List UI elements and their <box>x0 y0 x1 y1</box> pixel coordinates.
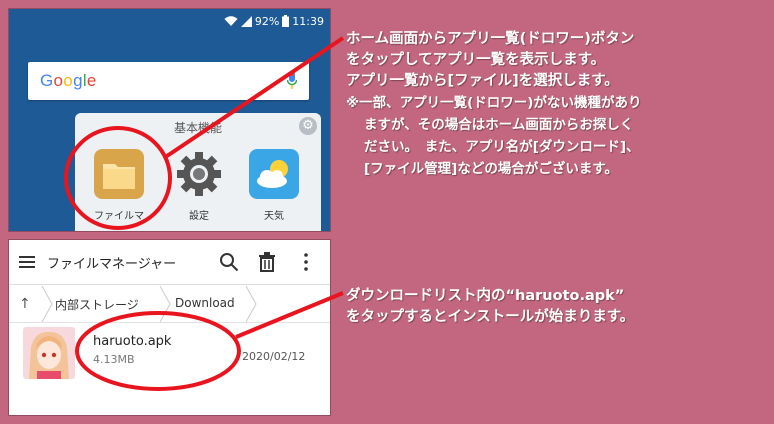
clock: 11:39 <box>292 14 324 28</box>
app-thumbnail-icon <box>23 327 75 379</box>
app-label: 設定 <box>189 211 209 222</box>
trash-icon[interactable] <box>258 252 276 272</box>
wifi-icon <box>224 15 238 26</box>
app-weather[interactable]: 天気 <box>242 149 306 222</box>
up-arrow-icon[interactable]: ↑ <box>19 296 31 312</box>
file-row-haruoto[interactable]: haruoto.apk 4.13MB 2020/02/12 <box>9 324 330 382</box>
instruction-line: ホーム画面からアプリ一覧(ドロワー)ボタン <box>346 31 635 47</box>
instruction-line: ダウンロードリスト内の“haruoto.apk” <box>346 288 625 304</box>
instruction-line: をタップしてアプリ一覧を表示します。 <box>346 52 606 68</box>
battery-percent: 92% <box>254 14 280 28</box>
signal-icon <box>240 15 252 27</box>
breadcrumb-download[interactable]: Download <box>175 296 235 310</box>
home-screen-screenshot: 92% 11:39 Google 基本機能 ⚙ ファイルマ 設定 天気 <box>9 9 330 231</box>
menu-icon[interactable] <box>19 256 35 268</box>
gear-icon[interactable]: ⚙ <box>299 117 317 135</box>
instruction-step2: ダウンロードリスト内の“haruoto.apk” をタップするとインストールが始… <box>346 286 634 328</box>
instruction-line: をタップするとインストールが始まります。 <box>346 309 635 325</box>
breadcrumb-separator-icon <box>41 286 53 322</box>
basic-functions-folder: 基本機能 ⚙ ファイルマ 設定 天気 <box>75 113 321 231</box>
file-manager-title: ファイルマネージャー <box>47 257 177 272</box>
status-bar: 92% 11:39 <box>224 13 324 29</box>
app-label: ファイルマ <box>94 211 144 222</box>
file-size: 4.13MB <box>93 353 135 366</box>
breadcrumb-separator-icon <box>245 286 257 322</box>
breadcrumb: ↑ 内部ストレージ Download <box>9 286 330 323</box>
folder-icon <box>94 149 144 199</box>
breadcrumb-separator-icon <box>159 286 171 322</box>
file-name: haruoto.apk <box>93 334 172 349</box>
more-vert-icon[interactable] <box>304 253 308 271</box>
battery-icon <box>282 15 290 27</box>
instruction-note-line: ますが、その場合はホーム画面からお探しく <box>364 117 634 133</box>
file-manager-screenshot: ファイルマネージャー ↑ 内部ストレージ Download haruoto.ap… <box>9 240 330 415</box>
instruction-note-line: ※一部、アプリ一覧(ドロワー)がない機種があり <box>346 95 642 111</box>
app-file-manager[interactable]: ファイルマ <box>87 149 151 222</box>
app-settings[interactable]: 設定 <box>167 149 231 222</box>
file-manager-toolbar: ファイルマネージャー <box>9 240 330 285</box>
instruction-step1: ホーム画面からアプリ一覧(ドロワー)ボタン をタップしてアプリ一覧を表示します。… <box>346 29 641 180</box>
google-search-bar[interactable]: Google <box>28 62 309 100</box>
app-label: 天気 <box>264 211 284 222</box>
weather-icon <box>249 149 299 199</box>
folder-title: 基本機能 <box>173 121 222 135</box>
search-icon[interactable] <box>219 252 239 272</box>
instruction-note-line: ださい。 また、アプリ名が[ダウンロード]、 <box>364 139 640 155</box>
google-logo: Google <box>40 71 97 90</box>
instruction-note-line: [ファイル管理]などの場合がございます。 <box>364 161 618 177</box>
settings-gear-icon <box>177 152 221 196</box>
file-date: 2020/02/12 <box>242 350 306 363</box>
breadcrumb-internal-storage[interactable]: 内部ストレージ <box>55 296 139 313</box>
microphone-icon[interactable] <box>287 71 297 91</box>
instruction-line: アプリ一覧から[ファイル]を選択します。 <box>346 73 619 89</box>
